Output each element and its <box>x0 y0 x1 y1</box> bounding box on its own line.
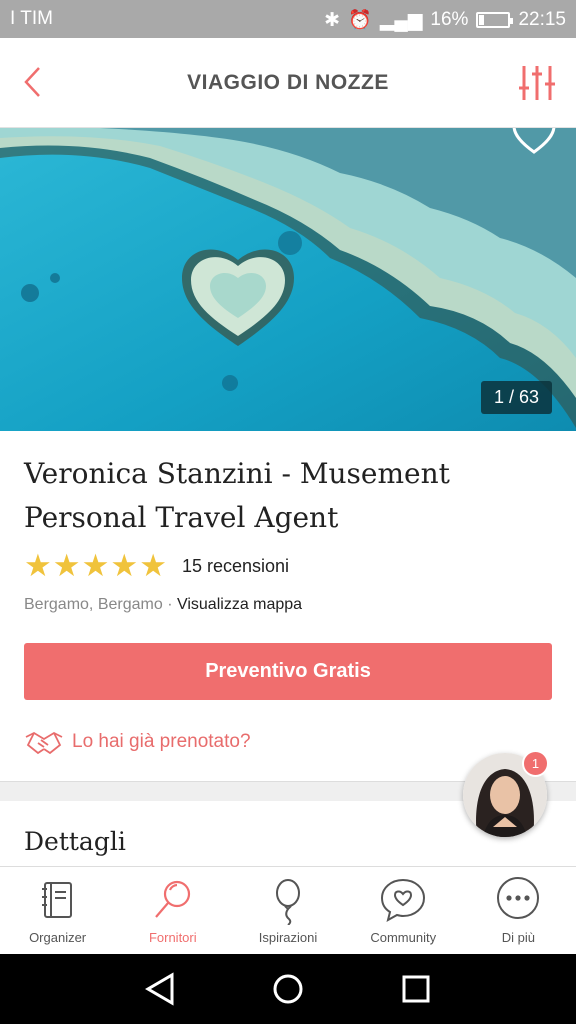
home-circle-icon[interactable] <box>270 972 306 1006</box>
rating[interactable]: ★ ★ ★ ★ ★ 15 recensioni <box>24 548 289 583</box>
carrier-name: I TIM <box>10 8 53 29</box>
nav-label: Di più <box>501 930 536 945</box>
vendor-name: Veronica Stanzini - Musement Personal Tr… <box>24 457 450 534</box>
review-count[interactable]: 15 recensioni <box>182 556 289 577</box>
photo-counter: 1 / 63 <box>480 381 552 414</box>
bluetooth-icon: ✱ <box>324 9 341 31</box>
planner-icon <box>41 882 72 918</box>
nav-item-organizer[interactable]: Organizer <box>0 867 115 954</box>
signal-icon: ▂▄▆ <box>379 9 423 31</box>
handshake-icon <box>25 731 63 755</box>
nav-item-community[interactable]: Community <box>346 867 461 954</box>
star-icon: ★ <box>81 548 110 583</box>
nav-item-ispirazioni[interactable]: Ispirazioni <box>230 867 345 954</box>
back-triangle-icon[interactable] <box>142 972 178 1006</box>
status-icons: ✱ ⏰ ▂▄▆ 16% 22:15 <box>324 8 566 32</box>
alarm-icon: ⏰ <box>348 10 372 31</box>
photo-gallery[interactable]: 1 / 63 <box>0 128 576 431</box>
details-heading: Dettagli <box>24 827 126 856</box>
view-map-link[interactable]: Visualizza mappa <box>177 596 302 613</box>
free-quote-button[interactable]: Preventivo Gratis <box>24 643 552 700</box>
nav-item-more[interactable]: Di più <box>461 867 576 954</box>
android-nav-bar <box>0 954 576 1024</box>
nav-label: Community <box>370 930 437 945</box>
star-icon: ★ <box>139 548 167 583</box>
battery-percent: 16% <box>430 9 469 30</box>
recents-square-icon[interactable] <box>398 972 434 1006</box>
already-booked-label: Lo hai già prenotato? <box>72 731 251 752</box>
star-icon: ★ <box>110 548 139 583</box>
sliders-icon <box>519 66 555 100</box>
star-icon: ★ <box>52 548 81 583</box>
more-icon <box>497 877 540 919</box>
already-booked-link[interactable]: Lo hai già prenotato? <box>24 727 251 757</box>
clock: 22:15 <box>518 9 566 30</box>
filter-button[interactable] <box>516 62 558 104</box>
nav-label: Fornitori <box>148 930 197 945</box>
bottom-nav: Organizer Fornitori Ispirazioni Communit… <box>0 866 576 954</box>
chat-badge: 1 <box>522 750 549 777</box>
favorite-button[interactable] <box>512 128 556 156</box>
nav-label: Organizer <box>29 930 87 945</box>
balloon-icon <box>276 879 300 925</box>
nav-label: Ispirazioni <box>258 930 318 945</box>
location-separator: · <box>167 596 173 613</box>
search-icon <box>154 880 190 918</box>
status-bar: I TIM ✱ ⏰ ▂▄▆ 16% 22:15 <box>0 0 576 38</box>
battery-icon <box>476 12 514 28</box>
page-title: VIAGGIO DI NOZZE <box>187 71 389 94</box>
heart-icon <box>512 128 556 154</box>
chat-heart-icon <box>381 878 426 922</box>
location-line: Bergamo, Bergamo · Visualizza mappa <box>24 596 302 614</box>
app-header: VIAGGIO DI NOZZE <box>0 38 576 128</box>
location-text: Bergamo, Bergamo <box>24 596 163 613</box>
star-icon: ★ <box>24 548 52 583</box>
nav-item-fornitori[interactable]: Fornitori <box>115 867 230 954</box>
